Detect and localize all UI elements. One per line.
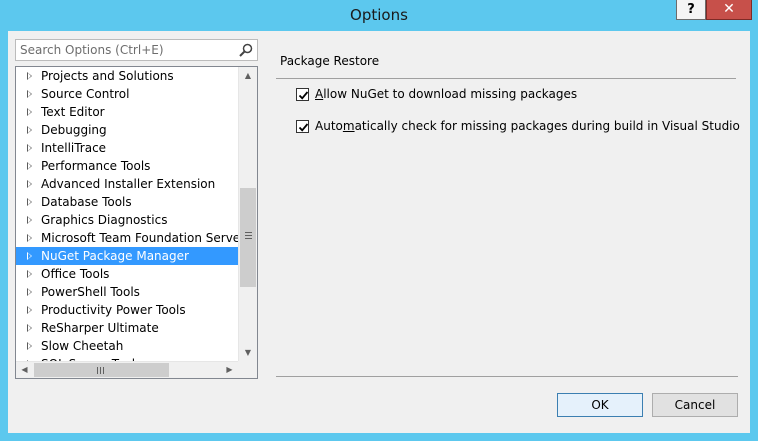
tree-item[interactable]: Advanced Installer Extension	[16, 175, 238, 193]
check-icon	[298, 90, 309, 100]
tree-item[interactable]: Microsoft Team Foundation Server 20	[16, 229, 238, 247]
tree-item-label: Slow Cheetah	[41, 339, 124, 353]
scroll-down-icon[interactable]: ▼	[239, 344, 257, 361]
auto-check-checkbox[interactable]	[296, 119, 309, 133]
expand-arrow-icon[interactable]	[27, 198, 32, 206]
expand-arrow-icon[interactable]	[27, 144, 32, 152]
tree-item-label: ReSharper Ultimate	[41, 321, 159, 335]
footer-divider	[276, 376, 738, 377]
tree-item-label: Database Tools	[41, 195, 132, 209]
help-button[interactable]: ?	[676, 0, 706, 20]
expand-arrow-icon[interactable]	[27, 252, 32, 260]
tree-item-label: NuGet Package Manager	[41, 249, 189, 263]
tree-item[interactable]: Graphics Diagnostics	[16, 211, 238, 229]
tree-item-label: Debugging	[41, 123, 107, 137]
auto-check-label: Automatically check for missing packages…	[315, 119, 740, 133]
scrollbar-corner	[238, 361, 257, 378]
vertical-scroll-thumb[interactable]	[240, 188, 256, 287]
expand-arrow-icon[interactable]	[27, 180, 32, 188]
tree-item-label: Office Tools	[41, 267, 110, 281]
tree-item[interactable]: Office Tools	[16, 265, 238, 283]
tree-item[interactable]: Text Editor	[16, 103, 238, 121]
scroll-right-icon[interactable]: ▶	[221, 362, 238, 378]
tree-item[interactable]: Database Tools	[16, 193, 238, 211]
tree-item[interactable]: Slow Cheetah	[16, 337, 238, 355]
options-tree[interactable]: Projects and Solutions Source Control Text…	[15, 66, 258, 379]
check-icon	[298, 122, 309, 132]
cancel-button[interactable]: Cancel	[652, 393, 738, 417]
horizontal-scroll-thumb[interactable]	[34, 363, 169, 377]
allow-download-label: Allow NuGet to download missing packages	[315, 87, 578, 101]
expand-arrow-icon[interactable]	[27, 108, 32, 116]
allow-download-checkbox[interactable]	[296, 87, 309, 101]
tree-item-label: Graphics Diagnostics	[41, 213, 168, 227]
auto-check-option[interactable]: Automatically check for missing packages…	[296, 118, 740, 134]
horizontal-scrollbar[interactable]: ◀ ▶	[16, 361, 238, 378]
expand-arrow-icon[interactable]	[27, 90, 32, 98]
tree-item-label: Source Control	[41, 87, 130, 101]
tree-item[interactable]: NuGet Package Manager	[16, 247, 238, 265]
search-icon[interactable]	[239, 43, 253, 57]
title-bar[interactable]: Options ? ✕	[0, 0, 758, 32]
window-title: Options	[350, 6, 408, 24]
ok-button[interactable]: OK	[557, 393, 643, 417]
grip-icon	[245, 232, 252, 239]
expand-arrow-icon[interactable]	[27, 306, 32, 314]
section-title: Package Restore	[280, 54, 380, 68]
grip-icon	[97, 367, 104, 374]
tree-item[interactable]: PowerShell Tools	[16, 283, 238, 301]
section-divider	[276, 78, 736, 79]
dialog-body: Projects and Solutions Source Control Text…	[8, 31, 750, 433]
scroll-up-icon[interactable]: ▲	[239, 67, 257, 84]
expand-arrow-icon[interactable]	[27, 216, 32, 224]
expand-arrow-icon[interactable]	[27, 162, 32, 170]
expand-arrow-icon[interactable]	[27, 126, 32, 134]
search-input[interactable]	[16, 40, 234, 60]
tree-item[interactable]: ReSharper Ultimate	[16, 319, 238, 337]
tree-item[interactable]: Performance Tools	[16, 157, 238, 175]
expand-arrow-icon[interactable]	[27, 342, 32, 350]
vertical-scrollbar[interactable]: ▲ ▼	[238, 67, 257, 361]
tree-item-label: Projects and Solutions	[41, 69, 174, 83]
expand-arrow-icon[interactable]	[27, 270, 32, 278]
tree-item-label: Advanced Installer Extension	[41, 177, 216, 191]
tree-item-label: Text Editor	[41, 105, 105, 119]
tree-item[interactable]: Productivity Power Tools	[16, 301, 238, 319]
tree-list: Projects and Solutions Source Control Text…	[16, 67, 238, 373]
tree-item-label: Performance Tools	[41, 159, 151, 173]
tree-item-label: IntelliTrace	[41, 141, 107, 155]
scroll-left-icon[interactable]: ◀	[16, 362, 33, 378]
expand-arrow-icon[interactable]	[27, 234, 32, 242]
tree-item-label: Productivity Power Tools	[41, 303, 186, 317]
tree-item-label: PowerShell Tools	[41, 285, 140, 299]
expand-arrow-icon[interactable]	[27, 324, 32, 332]
tree-item[interactable]: Debugging	[16, 121, 238, 139]
close-button[interactable]: ✕	[706, 0, 752, 20]
allow-download-option[interactable]: Allow NuGet to download missing packages	[296, 86, 577, 102]
search-box[interactable]	[15, 39, 258, 61]
expand-arrow-icon[interactable]	[27, 72, 32, 80]
expand-arrow-icon[interactable]	[27, 288, 32, 296]
tree-item[interactable]: IntelliTrace	[16, 139, 238, 157]
tree-item-label: Microsoft Team Foundation Server 20	[41, 231, 238, 245]
tree-item[interactable]: Projects and Solutions	[16, 67, 238, 85]
tree-item[interactable]: Source Control	[16, 85, 238, 103]
